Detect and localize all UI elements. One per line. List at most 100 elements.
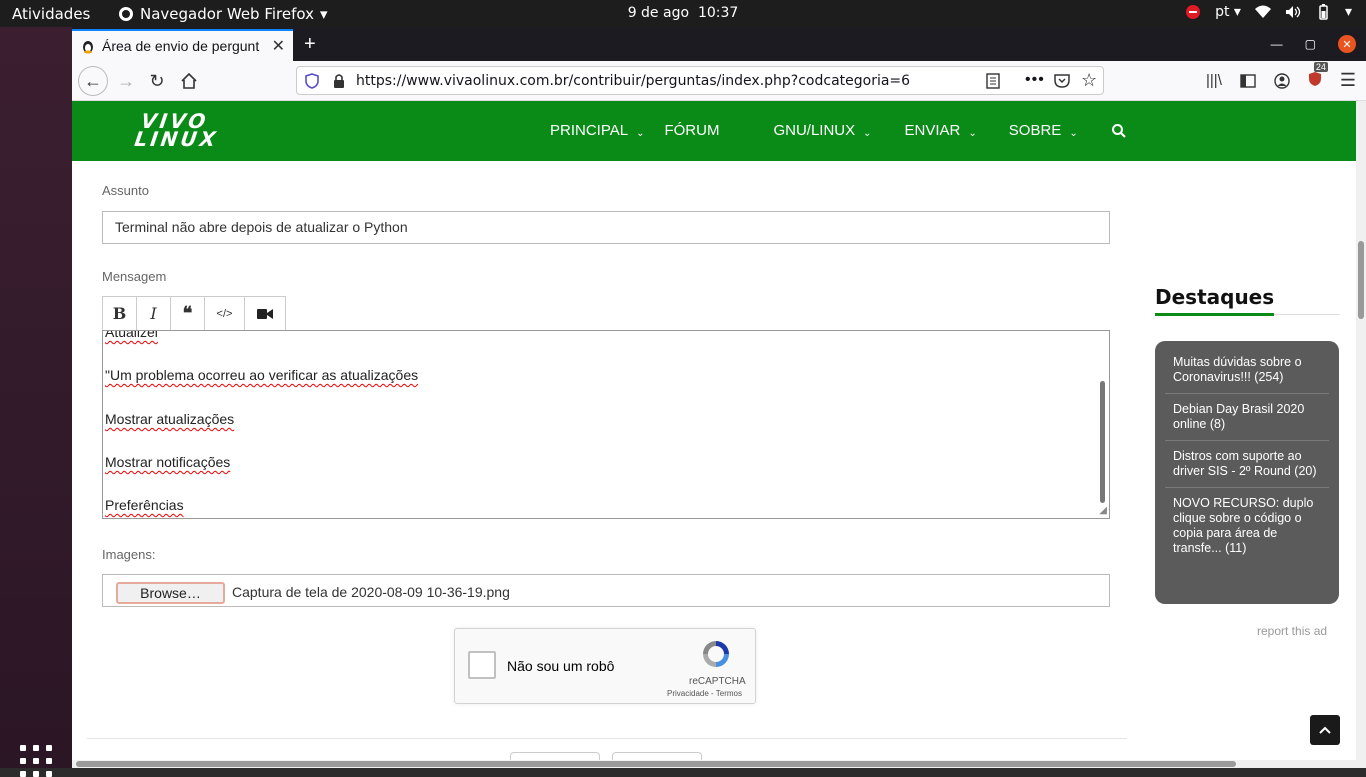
minimize-icon[interactable]: —: [1271, 37, 1283, 51]
show-applications-icon[interactable]: [20, 745, 52, 777]
window-controls: — ▢ ✕: [1271, 35, 1356, 53]
extension-badge: 24: [1313, 61, 1328, 72]
highlight-item[interactable]: NOVO RECURSO: duplo clique sobre o códig…: [1165, 488, 1329, 564]
resize-grip-icon[interactable]: ◢: [1099, 505, 1107, 516]
quote-button[interactable]: ❝: [171, 297, 205, 330]
menu-item-principal[interactable]: PRINCIPAL ⌄: [550, 122, 644, 139]
app-name: Navegador Web Firefox: [140, 5, 314, 23]
menu-label: PRINCIPAL: [550, 122, 629, 139]
tab-strip: Área de envio de pergunt ✕ + — ▢ ✕: [72, 27, 1366, 61]
close-window-icon[interactable]: ✕: [1338, 35, 1356, 53]
browse-button[interactable]: Browse…: [116, 582, 225, 604]
activities-button[interactable]: Atividades: [12, 5, 90, 23]
navigation-toolbar: ← → ↻ https://www.vivaolinux.com.br/cont…: [72, 61, 1366, 101]
reader-view-icon[interactable]: [986, 73, 1000, 89]
library-icon[interactable]: |||\: [1206, 72, 1222, 89]
tab-active[interactable]: Área de envio de pergunt ✕: [72, 29, 293, 61]
message-line: Mostrar atualizações: [105, 411, 235, 427]
chevron-down-icon: ⌄: [968, 127, 977, 139]
search-icon[interactable]: [1111, 123, 1127, 139]
tab-title: Área de envio de pergunt: [102, 38, 260, 54]
page-actions-icon[interactable]: •••: [1025, 71, 1045, 89]
volume-icon[interactable]: [1285, 5, 1301, 19]
bold-button[interactable]: B: [103, 297, 137, 330]
highlight-item[interactable]: Debian Day Brasil 2020 online (8): [1165, 394, 1329, 441]
back-icon[interactable]: ←: [78, 66, 108, 96]
language-label: pt: [1215, 4, 1230, 20]
url-bar[interactable]: https://www.vivaolinux.com.br/contribuir…: [296, 66, 1104, 95]
bookmark-star-icon[interactable]: ☆: [1081, 70, 1097, 91]
app-menu[interactable]: Navegador Web Firefox ▾: [118, 5, 328, 23]
divider: [87, 738, 1127, 739]
reload-icon[interactable]: ↻: [143, 67, 171, 95]
chevron-down-icon[interactable]: ▾: [1345, 4, 1352, 20]
wifi-icon[interactable]: [1254, 5, 1271, 19]
form-button-partial[interactable]: [510, 752, 600, 760]
dock: [0, 27, 72, 777]
video-camera-icon: [257, 308, 273, 319]
images-label: Imagens:: [102, 547, 156, 562]
textarea-scrollbar[interactable]: [1100, 381, 1105, 503]
subject-label: Assunto: [102, 183, 149, 198]
menu-item-gnu-linux[interactable]: GNU/LINUX ⌄: [773, 122, 871, 139]
clock-time[interactable]: 10:37: [698, 5, 738, 21]
language-indicator[interactable]: pt ▾: [1215, 4, 1241, 20]
battery-icon[interactable]: [1315, 4, 1331, 20]
menu-item-sobre[interactable]: SOBRE ⌄: [1009, 122, 1078, 139]
sidebar-title: Destaques: [1155, 285, 1275, 309]
do-not-disturb-icon[interactable]: [1185, 4, 1201, 20]
menu-label: SOBRE: [1008, 122, 1062, 139]
forward-icon[interactable]: →: [112, 67, 140, 95]
lock-icon[interactable]: [333, 73, 345, 89]
system-top-bar: Atividades Navegador Web Firefox ▾ 9 de …: [0, 0, 1366, 27]
tracking-shield-icon[interactable]: [305, 73, 319, 89]
recaptcha-checkbox[interactable]: [468, 651, 496, 679]
system-tray: pt ▾ ▾: [1185, 4, 1352, 20]
account-icon[interactable]: [1274, 72, 1290, 89]
chevron-down-icon: ⌄: [1069, 127, 1078, 139]
recaptcha-links[interactable]: Privacidade - Termos: [667, 689, 742, 698]
italic-button[interactable]: I: [137, 297, 171, 330]
scroll-to-top-button[interactable]: [1310, 715, 1340, 745]
menu-label: ENVIAR: [904, 122, 961, 139]
new-tab-icon[interactable]: +: [304, 33, 316, 56]
message-line: Atualizei: [105, 330, 158, 340]
message-label: Mensagem: [102, 269, 167, 284]
tux-favicon-icon: [83, 41, 93, 54]
menu-label: FÓRUM: [664, 122, 720, 139]
firefox-icon: [119, 7, 133, 21]
highlights-list: Muitas dúvidas sobre o Coronavirus!!! (2…: [1155, 341, 1339, 604]
recaptcha-label: Não sou um robô: [507, 658, 615, 674]
subject-value: Terminal não abre depois de atualizar o …: [115, 219, 408, 235]
site-navbar: VIVO LINUX PRINCIPAL ⌄ FÓRUM GNU/LINUX ⌄ E…: [72, 101, 1356, 161]
recaptcha-widget: Não sou um robô reCAPTCHA Privacidade - …: [454, 628, 756, 704]
selected-file-name: Captura de tela de 2020-08-09 10-36-19.p…: [232, 584, 510, 600]
chevron-up-icon: [1319, 726, 1331, 734]
sidebar-icon[interactable]: [1240, 73, 1256, 88]
message-textarea[interactable]: Atualizei "Um problema ocorreu ao verifi…: [102, 330, 1110, 519]
recaptcha-brand: reCAPTCHA: [689, 676, 746, 687]
pocket-icon[interactable]: [1054, 73, 1070, 88]
web-page: VIVO LINUX PRINCIPAL ⌄ FÓRUM GNU/LINUX ⌄ E…: [72, 101, 1356, 760]
home-icon[interactable]: [175, 67, 203, 95]
clock-date[interactable]: 9 de ago: [628, 5, 689, 21]
highlight-item[interactable]: Muitas dúvidas sobre o Coronavirus!!! (2…: [1165, 347, 1329, 394]
page-horizontal-scrollbar[interactable]: [72, 760, 1366, 768]
maximize-icon[interactable]: ▢: [1305, 37, 1316, 51]
highlight-item[interactable]: Distros com suporte ao driver SIS - 2º R…: [1165, 441, 1329, 488]
ublock-extension-icon[interactable]: 24: [1308, 61, 1328, 91]
hamburger-menu-icon[interactable]: ☰: [1340, 70, 1356, 91]
page-vertical-scrollbar[interactable]: [1356, 101, 1366, 760]
menu-item-forum[interactable]: FÓRUM: [664, 122, 719, 139]
video-button[interactable]: [245, 297, 285, 330]
report-ad-link[interactable]: report this ad: [1257, 624, 1327, 638]
site-logo[interactable]: VIVO LINUX: [133, 109, 222, 151]
message-line: Mostrar notificações: [105, 454, 231, 470]
close-tab-icon[interactable]: ✕: [272, 36, 285, 56]
form-button-partial[interactable]: [612, 752, 702, 760]
browser-tools: |||\ 24 ☰: [1206, 61, 1356, 91]
file-input[interactable]: Browse… Captura de tela de 2020-08-09 10…: [102, 574, 1110, 607]
code-button[interactable]: </>: [205, 297, 245, 330]
subject-input[interactable]: Terminal não abre depois de atualizar o …: [102, 211, 1110, 244]
menu-item-enviar[interactable]: ENVIAR ⌄: [905, 122, 977, 139]
